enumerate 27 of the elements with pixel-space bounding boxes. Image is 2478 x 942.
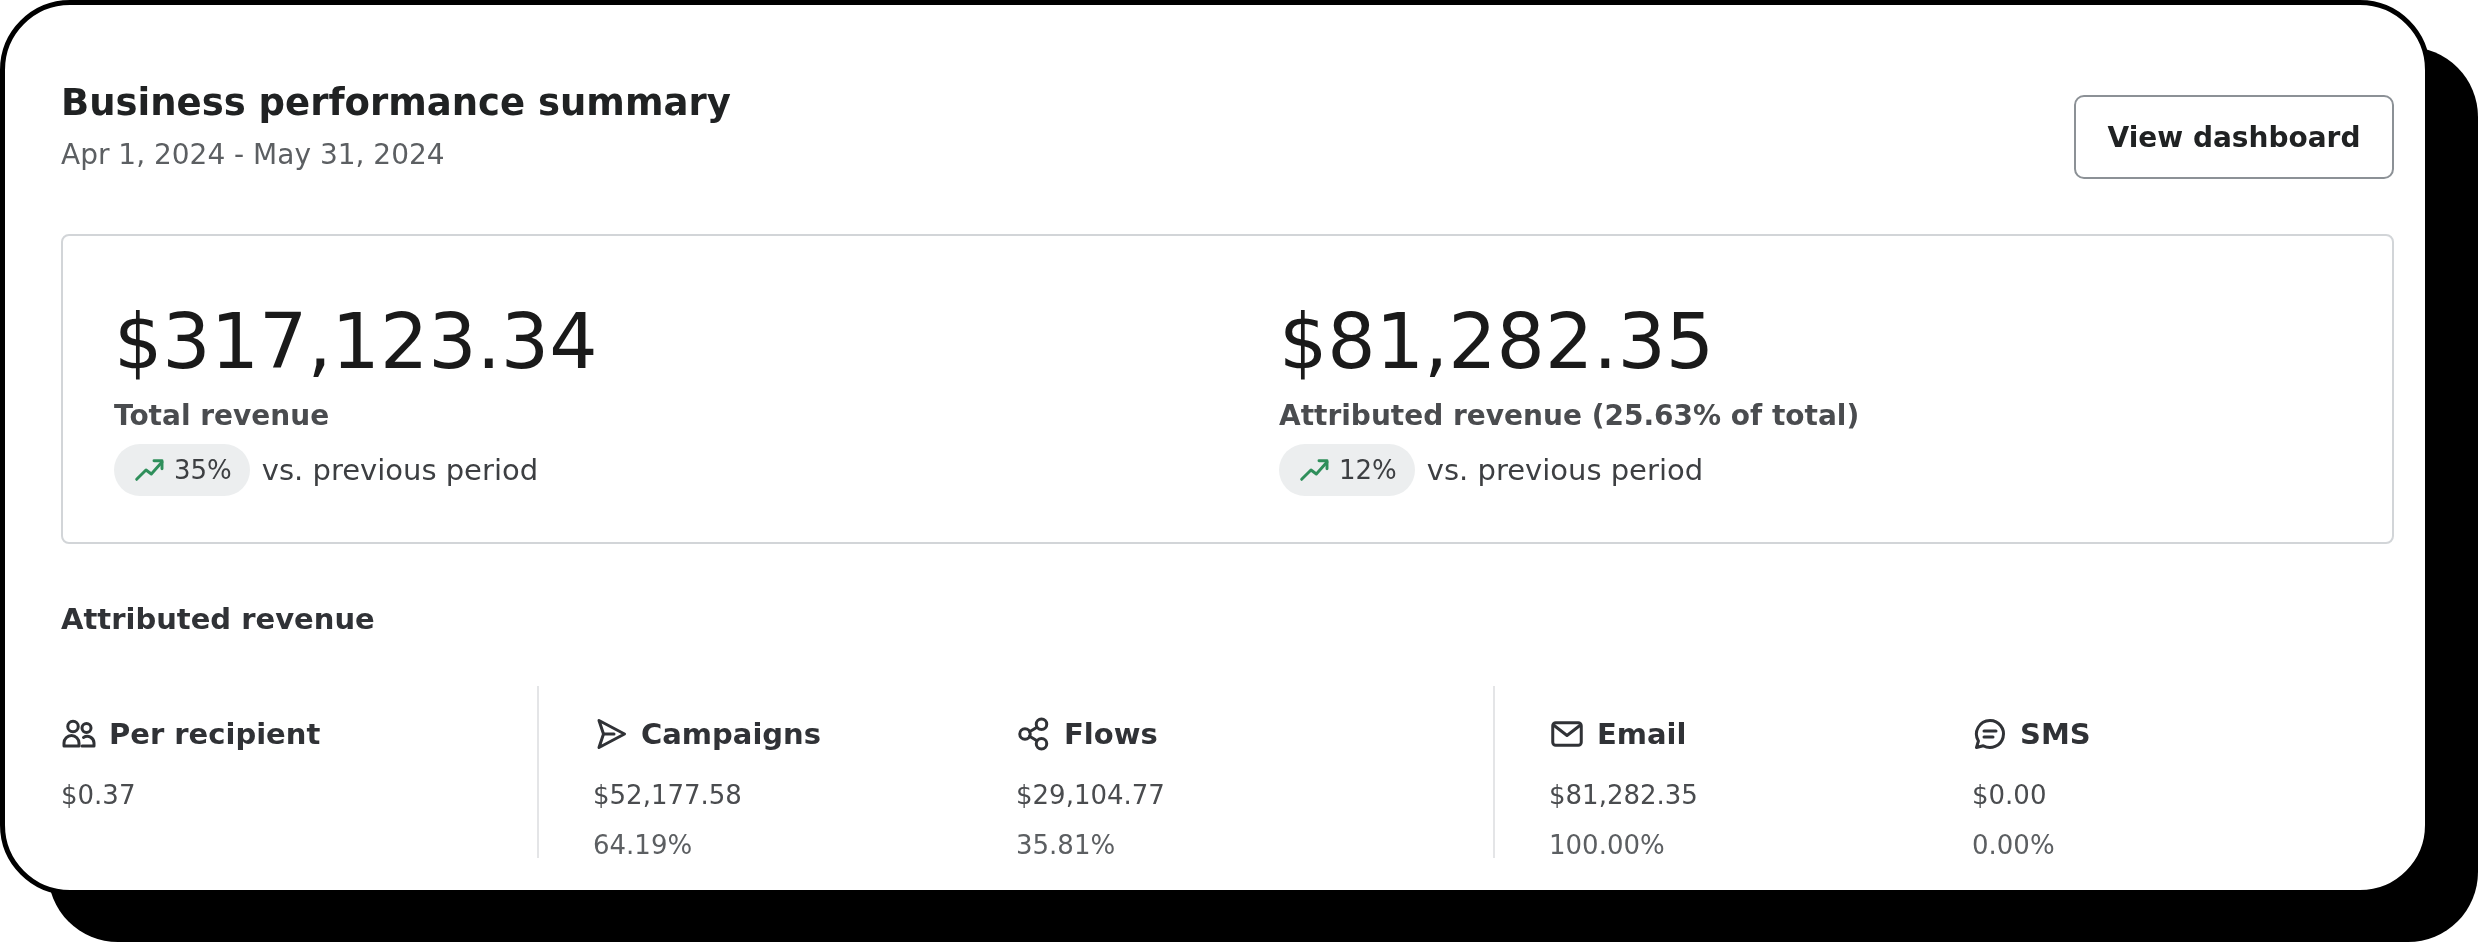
metric-label: Per recipient — [109, 717, 321, 751]
change-percent: 35% — [174, 455, 232, 486]
metric-share: 0.00% — [1972, 830, 2056, 860]
metric-label: Flows — [1064, 717, 1158, 751]
revenue-value: $317,123.34 — [114, 298, 599, 386]
metric-value: $29,104.77 — [1016, 780, 1166, 810]
metric-value: $52,177.58 — [593, 780, 743, 810]
metric-value: $0.00 — [1972, 780, 2048, 810]
metric-label: Campaigns — [641, 717, 821, 751]
metric-value: $0.37 — [61, 780, 137, 810]
section-heading: Attributed revenue — [61, 602, 376, 636]
metric-value: $81,282.35 — [1549, 780, 1699, 810]
metric-label: Email — [1597, 717, 1687, 751]
metric-label: SMS — [2020, 717, 2091, 751]
date-range: Apr 1, 2024 - May 31, 2024 — [61, 137, 446, 171]
comparison-text: vs. previous period — [1426, 453, 1704, 488]
chat-bubble-icon — [1972, 716, 2008, 752]
view-dashboard-button[interactable]: View dashboard — [2074, 95, 2394, 179]
metric-share: 35.81% — [1016, 830, 1117, 860]
revenue-label: Total revenue — [114, 399, 331, 433]
section-title: Business performance summary — [61, 83, 731, 124]
metric-share: 64.19% — [593, 830, 694, 860]
change-percent: 12% — [1339, 455, 1397, 486]
revenue-value: $81,282.35 — [1279, 298, 1716, 386]
revenue-label: Attributed revenue (25.63% of total) — [1279, 399, 1861, 433]
metric-share: 100.00% — [1549, 830, 1666, 860]
comparison-text: vs. previous period — [261, 453, 539, 488]
